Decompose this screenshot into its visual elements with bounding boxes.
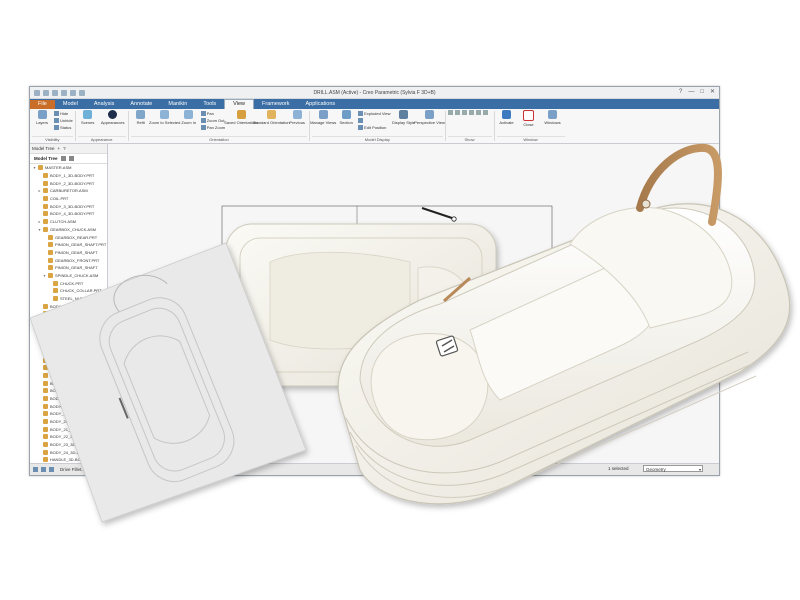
product-illustration — [29, 143, 791, 523]
drag-handle-end — [451, 216, 457, 222]
drag-handle-icon[interactable] — [421, 207, 453, 219]
case-front-dome — [370, 332, 489, 441]
product-render-3d — [337, 143, 791, 505]
strap-rivet — [641, 199, 651, 209]
